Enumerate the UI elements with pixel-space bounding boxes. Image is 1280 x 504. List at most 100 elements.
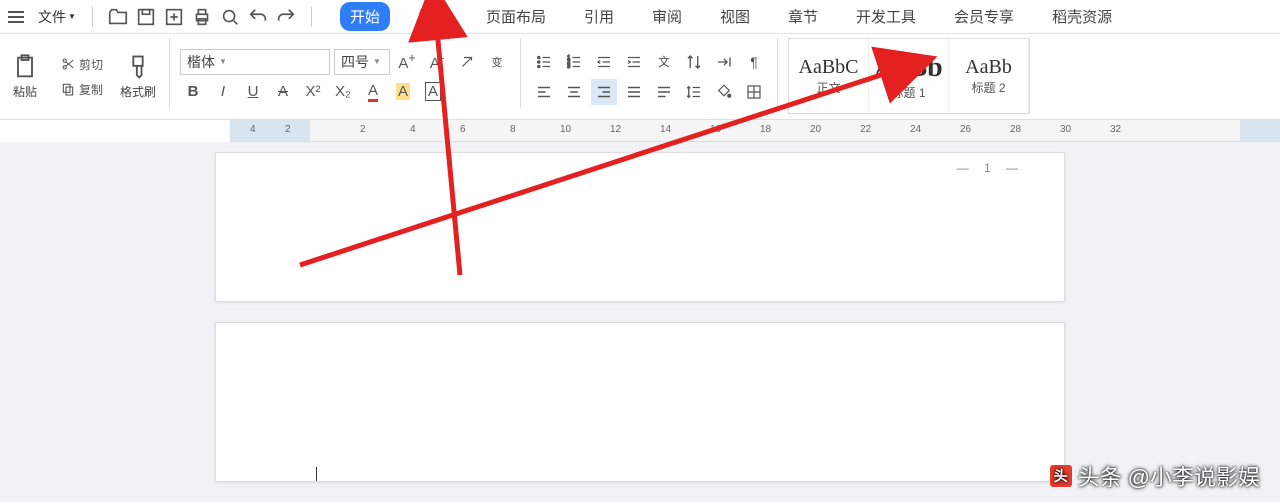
char-border-icon: A <box>425 82 441 101</box>
char-border-button[interactable]: A <box>420 79 446 105</box>
paragraph-group: 123 文 ¶ <box>531 38 767 115</box>
align-right-button[interactable] <box>591 79 617 105</box>
file-menu[interactable]: 文件 ▼ <box>30 3 84 31</box>
font-group: 楷体 ▼ 四号 ▼ A+ A- 变 B I U A X² X₂ A A A <box>180 38 510 115</box>
print-preview-icon[interactable] <box>219 6 241 28</box>
ruler-label: 24 <box>910 124 921 135</box>
tab-insert[interactable]: 插入 <box>408 2 458 31</box>
style-label: 标题 1 <box>892 84 926 101</box>
tab-view[interactable]: 视图 <box>710 2 760 31</box>
page-1[interactable]: — 1 — <box>215 152 1065 302</box>
font-color-button[interactable]: A <box>360 79 386 105</box>
style-preview: AaBb <box>874 52 942 84</box>
italic-button[interactable]: I <box>210 79 236 105</box>
superscript-button[interactable]: X² <box>300 79 326 105</box>
style-normal[interactable]: AaBbC 正文 <box>789 39 869 113</box>
increase-font-button[interactable]: A+ <box>394 49 420 75</box>
ruler-label: 4 <box>410 124 416 135</box>
svg-text:3: 3 <box>567 64 570 70</box>
redo-icon[interactable] <box>275 6 297 28</box>
line-spacing-button[interactable] <box>681 79 707 105</box>
numbering-button[interactable]: 123 <box>561 49 587 75</box>
format-painter-button[interactable]: 格式刷 <box>117 38 159 115</box>
highlight-button[interactable]: A <box>390 79 416 105</box>
ruler-label: 22 <box>860 124 871 135</box>
tab-developer[interactable]: 开发工具 <box>846 2 926 31</box>
font-name-combo[interactable]: 楷体 ▼ <box>180 49 330 75</box>
styles-gallery: AaBbC 正文 AaBb 标题 1 AaBb 标题 2 <box>788 38 1030 114</box>
ruler-label: 18 <box>760 124 771 135</box>
italic-icon: I <box>221 83 225 100</box>
sort-button[interactable] <box>681 49 707 75</box>
ruler-label: 8 <box>510 124 516 135</box>
copy-button[interactable]: 复制 <box>56 79 107 100</box>
align-left-button[interactable] <box>531 79 557 105</box>
watermark: 头 头条 @小李说影娱 <box>1050 460 1260 492</box>
cut-button[interactable]: 剪切 <box>56 54 107 75</box>
bold-button[interactable]: B <box>180 79 206 105</box>
ruler-label: 32 <box>1110 124 1121 135</box>
cut-label: 剪切 <box>79 56 103 73</box>
underline-button[interactable]: U <box>240 79 266 105</box>
font-name-value: 楷体 <box>187 52 215 72</box>
style-preview: AaBb <box>965 56 1012 79</box>
highlight-icon: A <box>396 83 410 100</box>
tab-resources[interactable]: 稻壳资源 <box>1042 2 1122 31</box>
bold-icon: B <box>188 83 199 100</box>
superscript-icon: X² <box>306 83 321 100</box>
style-heading-1[interactable]: AaBb 标题 1 <box>869 39 949 113</box>
borders-button[interactable] <box>741 79 767 105</box>
text-direction-button[interactable]: 文 <box>651 49 677 75</box>
open-icon[interactable] <box>107 6 129 28</box>
tab-chapters[interactable]: 章节 <box>778 2 828 31</box>
phonetic-guide-button[interactable]: 变 <box>484 49 510 75</box>
horizontal-ruler[interactable]: 4 2 2 4 6 8 10 12 14 16 18 20 22 24 26 2… <box>230 120 1280 142</box>
strike-icon: A <box>278 83 288 100</box>
copy-label: 复制 <box>79 81 103 98</box>
separator <box>92 7 93 27</box>
strikethrough-button[interactable]: A <box>270 79 296 105</box>
increase-indent-button[interactable] <box>621 49 647 75</box>
copy-icon <box>60 81 76 97</box>
watermark-text: @小李说影娱 <box>1128 460 1260 492</box>
ruler-label: 30 <box>1060 124 1071 135</box>
distribute-button[interactable] <box>651 79 677 105</box>
document-area: — 1 — <box>0 142 1280 502</box>
subscript-button[interactable]: X₂ <box>330 79 356 105</box>
tab-member[interactable]: 会员专享 <box>944 2 1024 31</box>
paste-icon <box>11 53 39 81</box>
tab-page-layout[interactable]: 页面布局 <box>476 2 556 31</box>
save-as-icon[interactable] <box>163 6 185 28</box>
ruler-label: 20 <box>810 124 821 135</box>
align-center-button[interactable] <box>561 79 587 105</box>
bullets-button[interactable] <box>531 49 557 75</box>
separator <box>169 38 170 108</box>
print-icon[interactable] <box>191 6 213 28</box>
tab-references[interactable]: 引用 <box>574 2 624 31</box>
hamburger-icon[interactable] <box>4 7 28 27</box>
tab-settings-button[interactable] <box>711 49 737 75</box>
page-2[interactable] <box>215 322 1065 482</box>
clear-format-button[interactable] <box>454 49 480 75</box>
ruler-label: 2 <box>360 124 366 135</box>
ruler-label: 2 <box>285 124 291 135</box>
tab-review[interactable]: 审阅 <box>642 2 692 31</box>
tab-home[interactable]: 开始 <box>340 2 390 31</box>
undo-icon[interactable] <box>247 6 269 28</box>
increase-font-icon: A+ <box>398 51 415 72</box>
decrease-indent-button[interactable] <box>591 49 617 75</box>
ruler-label: 10 <box>560 124 571 135</box>
shading-button[interactable] <box>711 79 737 105</box>
decrease-font-button[interactable]: A- <box>424 49 450 75</box>
show-marks-button[interactable]: ¶ <box>741 49 767 75</box>
style-heading-2[interactable]: AaBb 标题 2 <box>949 39 1029 113</box>
justify-button[interactable] <box>621 79 647 105</box>
ruler-label: 28 <box>1010 124 1021 135</box>
dropdown-icon: ▼ <box>219 57 227 66</box>
decrease-font-icon: A- <box>430 51 444 72</box>
quick-access-toolbar <box>101 6 303 28</box>
font-size-combo[interactable]: 四号 ▼ <box>334 49 390 75</box>
paste-button[interactable]: 粘贴 <box>4 38 46 115</box>
toutiao-logo-icon: 头 <box>1050 465 1072 487</box>
save-icon[interactable] <box>135 6 157 28</box>
